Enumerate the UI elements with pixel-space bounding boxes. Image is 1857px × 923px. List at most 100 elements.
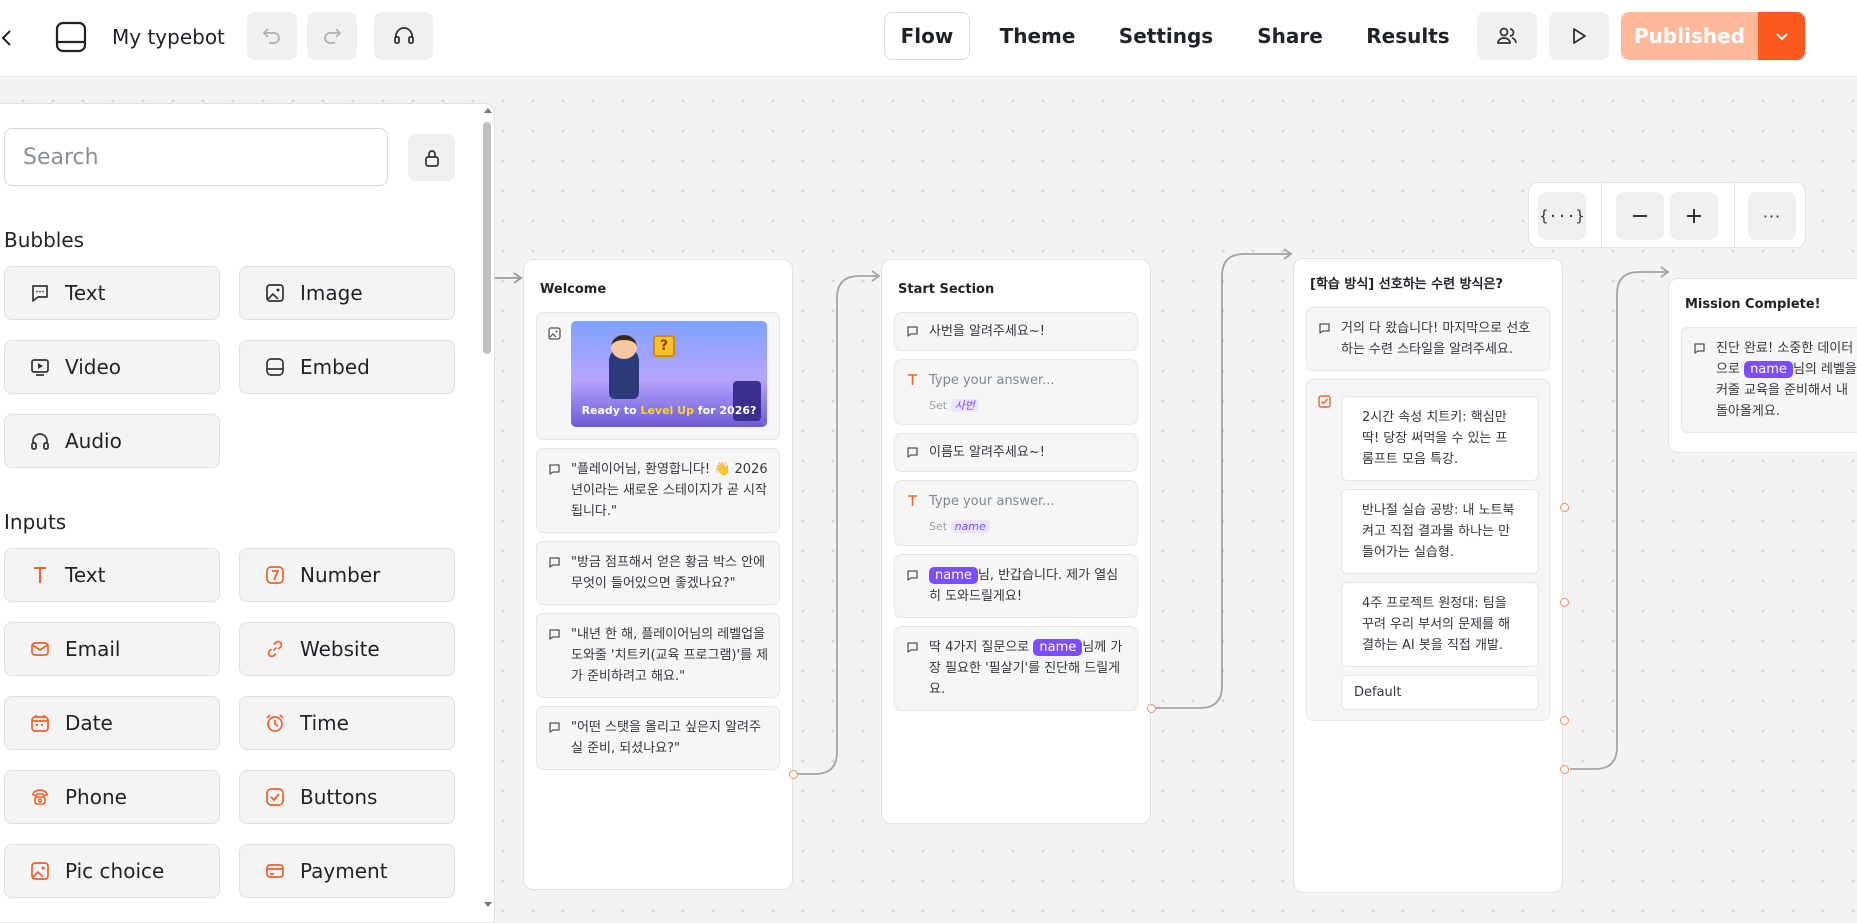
text-input-block[interactable]: Type your answer... Set name: [894, 480, 1138, 546]
checkbox-icon: [1318, 394, 1331, 415]
tab-results[interactable]: Results: [1360, 12, 1456, 60]
publish-menu-button[interactable]: [1758, 12, 1805, 60]
tab-settings[interactable]: Settings: [1110, 12, 1222, 60]
input-website-item[interactable]: Website: [239, 622, 455, 676]
lock-sidebar-button[interactable]: [408, 134, 455, 181]
redo-icon: [324, 28, 342, 44]
zoom-out-button[interactable]: [1616, 192, 1664, 240]
braces-icon: {···}: [1539, 207, 1585, 225]
input-number-item[interactable]: Number: [239, 548, 455, 602]
text-bubble[interactable]: "방금 점프해서 얻은 황금 박스 안에 무엇이 들어있으면 좋겠나요?": [536, 541, 780, 605]
image-icon: [548, 326, 561, 347]
default-choice[interactable]: Default: [1341, 675, 1539, 710]
group-learning-style[interactable]: [학습 방식] 선호하는 수련 방식은? 거의 다 왔습니다! 마지막으로 선호…: [1293, 258, 1563, 893]
group-title: Mission Complete!: [1685, 297, 1821, 312]
sidebar-scroll-thumb[interactable]: [483, 122, 491, 354]
tab-theme[interactable]: Theme: [990, 12, 1085, 60]
minus-icon: [1633, 215, 1647, 217]
scroll-down-arrow-icon: [484, 902, 492, 907]
number-icon: [264, 564, 286, 586]
input-phone-item[interactable]: Phone: [4, 770, 220, 824]
blocks-sidebar: Search Bubbles Text Image Video Embed Au…: [0, 103, 495, 923]
text-bubble[interactable]: 진단 완료! 소중한 데이터 으로 name 님의 레벨을 커줄 교육을 준비해서…: [1681, 327, 1857, 433]
connection-port[interactable]: [1147, 704, 1156, 713]
input-buttons-item[interactable]: Buttons: [239, 770, 455, 824]
text-bubble[interactable]: name 님, 반갑습니다. 제가 열심히 도와드릴게요!: [894, 554, 1138, 618]
typebot-name[interactable]: My typebot: [112, 24, 225, 50]
connection-port[interactable]: [1560, 598, 1569, 607]
headset-icon: [393, 27, 414, 44]
mail-icon: [29, 638, 51, 660]
text-bubble[interactable]: 이름도 알려주세요~!: [894, 433, 1138, 472]
bubble-embed-item[interactable]: Embed: [239, 340, 455, 394]
group-welcome[interactable]: Welcome ? Ready to Level Up for 2026? "플…: [523, 259, 793, 890]
input-payment-item[interactable]: Payment: [239, 844, 455, 898]
help-button[interactable]: [374, 12, 433, 60]
connection-port[interactable]: [1560, 765, 1569, 774]
toolbox-divider: [1601, 183, 1602, 247]
dots-icon: ···: [1762, 206, 1782, 226]
text-bubble[interactable]: "플레이어님, 환영합니다! 👋 2026년이라는 새로운 스테이지가 곧 시작…: [536, 448, 780, 533]
embed-icon: [264, 356, 286, 378]
more-button[interactable]: ···: [1748, 192, 1796, 240]
picture-icon: [29, 860, 51, 882]
input-text-item[interactable]: Text: [4, 548, 220, 602]
input-placeholder: Type your answer...: [929, 494, 1055, 509]
connection-port[interactable]: [1560, 716, 1569, 725]
undo-button[interactable]: [247, 12, 297, 60]
users-icon: [1497, 27, 1517, 44]
text-bubble[interactable]: 거의 다 왔습니다! 마지막으로 선호하는 수련 스타일을 알려주세요.: [1306, 307, 1550, 371]
bubble-text-item[interactable]: Text: [4, 266, 220, 320]
text-input-icon: [906, 493, 919, 514]
headphones-icon: [29, 430, 51, 452]
calendar-icon: [29, 712, 51, 734]
chat-bubble-icon: [548, 555, 561, 576]
preview-button[interactable]: [1549, 12, 1609, 60]
collaborators-button[interactable]: [1477, 12, 1537, 60]
text-bubble[interactable]: "어떤 스탯을 올리고 싶은지 알려주실 준비, 되셨나요?": [536, 706, 780, 770]
lock-icon: [424, 149, 439, 167]
zoom-in-button[interactable]: [1670, 192, 1718, 240]
group-start-section[interactable]: Start Section 사번을 알려주세요~! Type your answ…: [881, 259, 1151, 824]
character-head: [611, 335, 637, 359]
variables-button[interactable]: {···}: [1538, 192, 1586, 240]
inputs-section-title: Inputs: [4, 510, 67, 534]
chevron-down-icon: [1775, 33, 1788, 41]
publish-button[interactable]: Published: [1621, 12, 1758, 60]
bubbles-section-title: Bubbles: [4, 228, 85, 252]
search-input[interactable]: Search: [4, 128, 388, 186]
image-bubble[interactable]: ? Ready to Level Up for 2026?: [536, 312, 780, 440]
input-date-item[interactable]: Date: [4, 696, 220, 750]
connection-port[interactable]: [1560, 503, 1569, 512]
chat-bubble-icon: [906, 445, 919, 466]
text-bubble[interactable]: 딱 4가지 질문으로 name 님께 가장 필요한 '필살기'를 진단해 드릴게요…: [894, 626, 1138, 711]
variable-tag: name: [1744, 361, 1793, 378]
text-bubble[interactable]: "내년 한 해, 플레이어님의 레벨업을 도와줄 '치트키(교육 프로그램)'를…: [536, 613, 780, 698]
connection-port[interactable]: [789, 770, 798, 779]
bubble-video-item[interactable]: Video: [4, 340, 220, 394]
choice-item[interactable]: 2시간 속성 치트키: 핵심만 딱! 당장 써먹을 수 있는 프롬프트 모음 특…: [1341, 396, 1539, 481]
tab-share[interactable]: Share: [1250, 12, 1330, 60]
set-variable: Set name: [929, 516, 1127, 537]
set-variable: Set 사번: [929, 395, 1127, 416]
group-title: Start Section: [898, 282, 995, 297]
input-pic-choice-item[interactable]: Pic choice: [4, 844, 220, 898]
input-time-item[interactable]: Time: [239, 696, 455, 750]
bubble-image-item[interactable]: Image: [239, 266, 455, 320]
text-input-block[interactable]: Type your answer... Set 사번: [894, 359, 1138, 425]
scroll-up-arrow-icon: [484, 108, 492, 113]
text-bubble[interactable]: 사번을 알려주세요~!: [894, 312, 1138, 351]
group-mission-complete[interactable]: Mission Complete! 진단 완료! 소중한 데이터 으로 name…: [1668, 278, 1857, 453]
input-email-item[interactable]: Email: [4, 622, 220, 676]
back-arrow-icon[interactable]: [0, 26, 14, 50]
redo-button[interactable]: [307, 12, 357, 60]
typebot-logo-icon[interactable]: [54, 20, 88, 54]
bubble-audio-item[interactable]: Audio: [4, 414, 220, 468]
buttons-input-block[interactable]: 2시간 속성 치트키: 핵심만 딱! 당장 써먹을 수 있는 프롬프트 모음 특…: [1306, 379, 1550, 721]
text-input-icon: [29, 564, 51, 586]
chat-bubble-icon: [548, 627, 561, 648]
tab-flow[interactable]: Flow: [884, 12, 970, 60]
image-icon: [264, 282, 286, 304]
choice-item[interactable]: 반나절 실습 공방: 내 노트북 켜고 직접 결과물 하나는 만들어가는 실습형…: [1341, 489, 1539, 574]
choice-item[interactable]: 4주 프로젝트 원정대: 팀을 꾸려 우리 부서의 문제를 해결하는 AI 봇을…: [1341, 582, 1539, 667]
